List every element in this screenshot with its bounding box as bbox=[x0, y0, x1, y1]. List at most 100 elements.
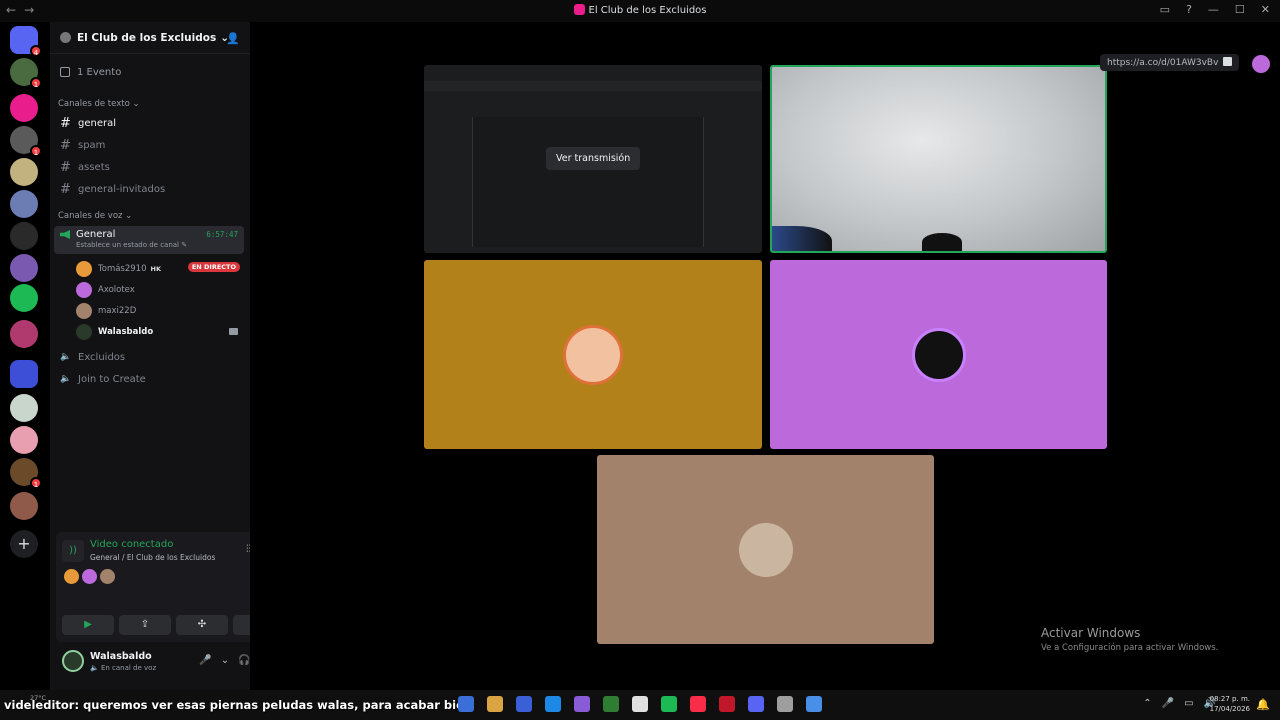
user-name: Axolotex bbox=[98, 284, 135, 295]
headphones-icon[interactable]: 🎧 bbox=[238, 655, 250, 666]
voice-connected-title[interactable]: Video conectado bbox=[90, 539, 173, 550]
taskbar-app-icon[interactable] bbox=[719, 696, 735, 712]
stream-preview bbox=[472, 117, 704, 247]
avatar bbox=[76, 302, 92, 319]
avatar bbox=[738, 522, 793, 577]
guild-header[interactable]: El Club de los Excluidos ⌄ 👤 bbox=[50, 22, 250, 54]
voice-connected-location[interactable]: General / El Club de los Excluidos bbox=[90, 553, 215, 562]
taskbar-app-icon[interactable] bbox=[777, 696, 793, 712]
events-item[interactable]: 1 Evento bbox=[50, 54, 250, 90]
taskbar-app-icon[interactable] bbox=[661, 696, 677, 712]
clock[interactable]: 08:27 p. m. 17/04/2026 bbox=[1210, 694, 1250, 714]
chevron-down-icon[interactable]: ⌄ bbox=[221, 655, 229, 666]
minimize-button[interactable]: — bbox=[1208, 3, 1219, 16]
taskbar-app-icon[interactable] bbox=[748, 696, 764, 712]
taskbar-app-icon[interactable] bbox=[806, 696, 822, 712]
server-icon[interactable]: 1 bbox=[10, 458, 42, 489]
text-channel-assets[interactable]: # assets bbox=[54, 156, 244, 178]
taskbar-app-icon[interactable] bbox=[458, 696, 474, 712]
camera-tile[interactable] bbox=[770, 65, 1107, 253]
inbox-icon[interactable]: ▭ bbox=[1160, 3, 1170, 16]
taskbar-app-icon[interactable] bbox=[516, 696, 532, 712]
server-icon[interactable] bbox=[10, 222, 38, 250]
voice-user[interactable]: Walasbaldo bbox=[50, 321, 250, 342]
connected-avatars bbox=[64, 569, 115, 584]
camera-icon bbox=[229, 328, 238, 335]
hash-icon: # bbox=[60, 181, 71, 197]
call-timer: 6:57:47 bbox=[206, 230, 238, 239]
system-tray: ⌃ 🎤 ▭ 🔊 bbox=[1143, 698, 1216, 709]
server-icon[interactable] bbox=[10, 94, 38, 122]
server-icon[interactable] bbox=[10, 190, 38, 218]
avatar[interactable] bbox=[62, 650, 84, 672]
text-channel-general[interactable]: # general bbox=[54, 112, 244, 134]
voice-channel[interactable]: 🔈 Excluidos bbox=[54, 346, 244, 368]
add-server-button[interactable]: + bbox=[10, 530, 38, 558]
server-icon[interactable] bbox=[10, 360, 38, 388]
hash-icon: # bbox=[60, 159, 71, 175]
voice-channel-general[interactable]: General 6:57:47 Establece un estado de c… bbox=[54, 226, 244, 254]
voice-user[interactable]: maxi22D bbox=[50, 300, 250, 321]
text-channel-spam[interactable]: # spam bbox=[54, 134, 244, 156]
user-name: maxi22D bbox=[98, 305, 137, 316]
link-overlay[interactable]: https://a.co/d/01AW3vBv bbox=[1100, 54, 1240, 71]
taskbar-app-icon[interactable] bbox=[690, 696, 706, 712]
window-controls: ▭ ? — ☐ ✕ bbox=[1160, 3, 1270, 16]
activities-button[interactable]: ✣ bbox=[176, 615, 228, 635]
server-icon[interactable] bbox=[10, 426, 38, 454]
calendar-icon bbox=[60, 67, 70, 77]
channel-name: general-invitados bbox=[78, 183, 166, 195]
invite-people-icon[interactable]: 👤 bbox=[226, 32, 240, 45]
help-icon[interactable]: ? bbox=[1186, 3, 1192, 16]
unread-badge: 4 bbox=[30, 45, 42, 57]
microphone-icon[interactable]: 🎤 bbox=[1162, 698, 1174, 709]
participant-tile[interactable] bbox=[770, 260, 1107, 449]
stream-tile[interactable]: Ver transmisión bbox=[424, 65, 762, 253]
text-channel-general-invitados[interactable]: # general-invitados bbox=[54, 178, 244, 200]
taskbar-app-icon[interactable] bbox=[487, 696, 503, 712]
server-icon[interactable] bbox=[10, 254, 38, 282]
share-screen-button[interactable]: ⇪ bbox=[119, 615, 171, 635]
taskbar-app-icon[interactable] bbox=[603, 696, 619, 712]
voice-channel[interactable]: 🔈 Join to Create bbox=[54, 368, 244, 390]
tray-expand-icon[interactable]: ⌃ bbox=[1143, 698, 1151, 709]
category-text-channels[interactable]: Canales de texto ⌄ bbox=[50, 96, 250, 112]
taskbar-app-icon[interactable] bbox=[574, 696, 590, 712]
channel-name: Excluidos bbox=[78, 351, 126, 363]
user-name[interactable]: Walasbaldo bbox=[90, 651, 152, 662]
taskbar-app-icon[interactable] bbox=[632, 696, 648, 712]
server-icon[interactable]: 1 bbox=[10, 126, 42, 157]
taskbar-app-icon[interactable] bbox=[545, 696, 561, 712]
server-icon[interactable] bbox=[10, 320, 38, 348]
speaker-icon: 🔈 bbox=[60, 352, 72, 362]
server-icon[interactable]: 4 bbox=[10, 26, 42, 57]
server-icon[interactable] bbox=[10, 492, 38, 520]
speaker-icon bbox=[60, 230, 70, 239]
camera-button[interactable]: ▶ bbox=[62, 615, 114, 635]
channel-status-hint[interactable]: Establece un estado de canal ✎ bbox=[60, 241, 238, 249]
avatar bbox=[76, 281, 92, 298]
user-tag: HK bbox=[150, 264, 161, 273]
image-icon bbox=[1223, 57, 1233, 66]
network-icon[interactable]: ▭ bbox=[1184, 698, 1193, 709]
participant-tile[interactable] bbox=[424, 260, 762, 449]
category-voice-channels[interactable]: Canales de voz ⌄ bbox=[50, 208, 250, 224]
server-icon[interactable] bbox=[10, 158, 38, 186]
microphone-icon[interactable]: 🎤 bbox=[199, 655, 211, 666]
server-icon[interactable] bbox=[10, 284, 38, 312]
voice-user[interactable]: Axolotex bbox=[50, 279, 250, 300]
watch-stream-button[interactable]: Ver transmisión bbox=[546, 147, 641, 170]
channel-sidebar: El Club de los Excluidos ⌄ 👤 1 Evento Ca… bbox=[50, 22, 294, 690]
close-button[interactable]: ✕ bbox=[1261, 3, 1270, 16]
avatar bbox=[1252, 55, 1270, 73]
server-rail: 4 1 1 1 + bbox=[0, 22, 50, 690]
notification-icon[interactable]: 🔔 bbox=[1256, 698, 1270, 711]
server-icon[interactable]: 1 bbox=[10, 58, 42, 89]
avatar bbox=[100, 569, 115, 584]
server-icon[interactable] bbox=[10, 394, 38, 422]
stream-preview bbox=[424, 81, 762, 91]
maximize-button[interactable]: ☐ bbox=[1235, 3, 1245, 16]
voice-user[interactable]: Tomás2910 HK EN DIRECTO bbox=[50, 258, 250, 279]
participant-tile[interactable] bbox=[597, 455, 934, 644]
user-status: 🔈 En canal de voz bbox=[90, 664, 157, 672]
